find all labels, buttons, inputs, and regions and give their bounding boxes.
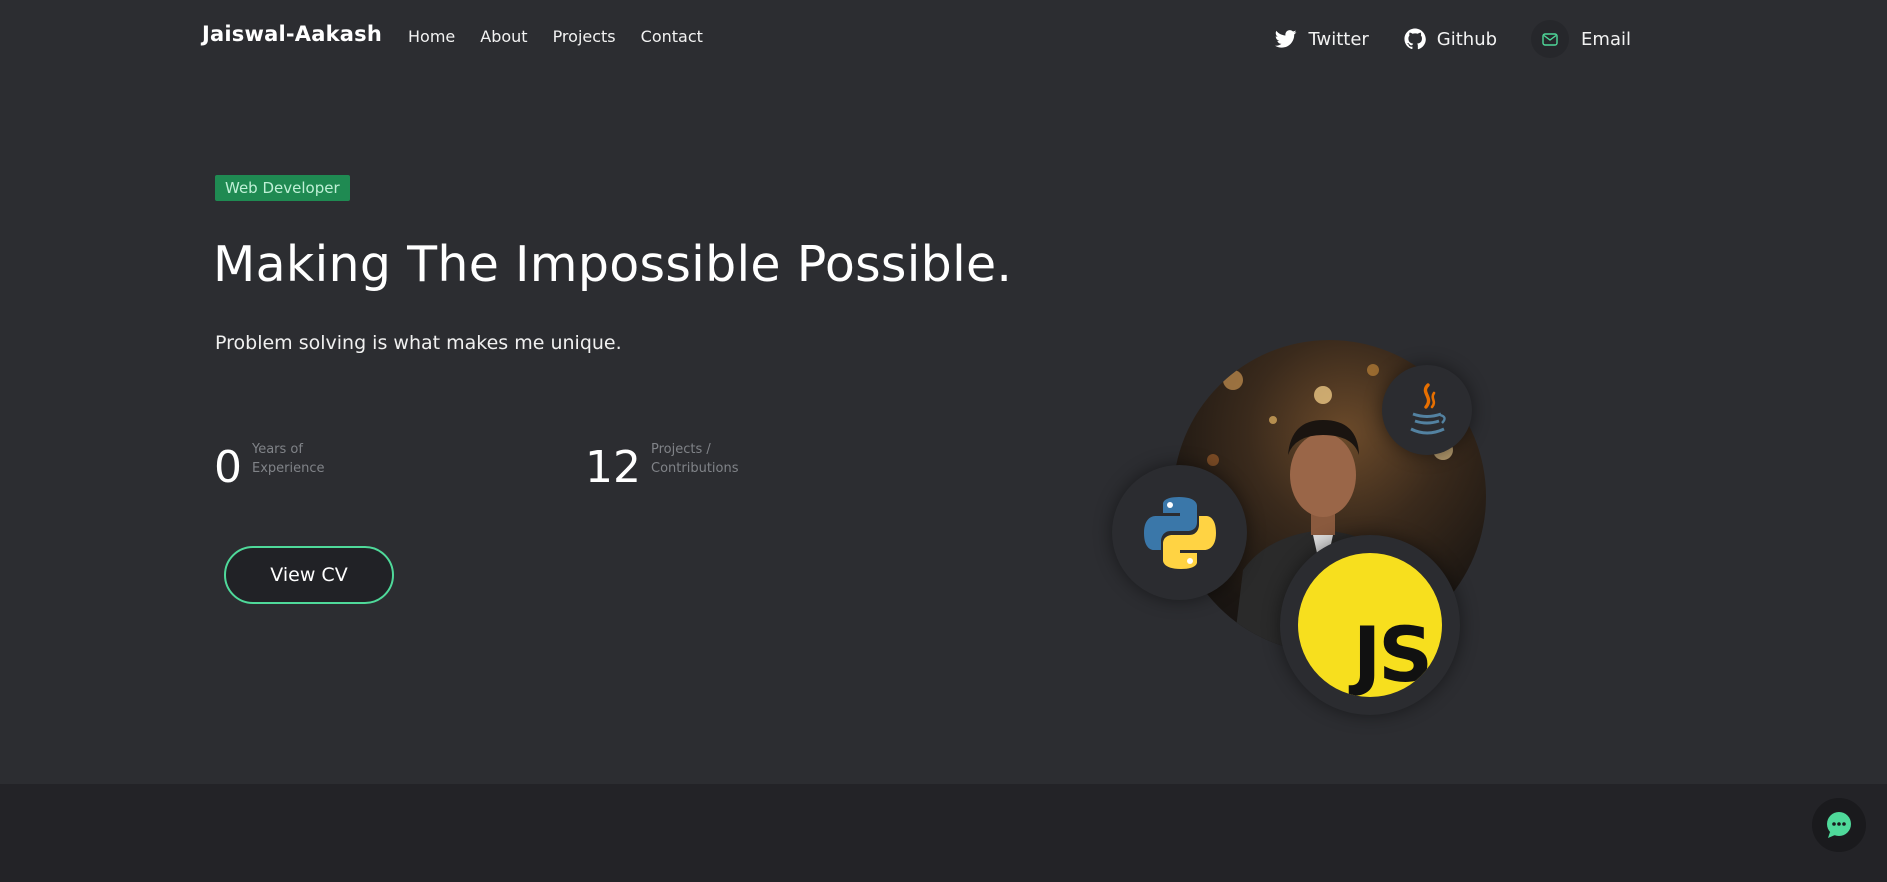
hero-headline: Making The Impossible Possible. [213, 236, 1013, 293]
github-icon [1403, 27, 1427, 51]
view-cv-button[interactable]: View CV [224, 546, 394, 604]
hero-subline: Problem solving is what makes me unique. [215, 332, 622, 354]
email-label: Email [1581, 28, 1631, 50]
next-section-strip [0, 784, 1887, 882]
twitter-icon [1274, 27, 1298, 51]
chat-icon [1827, 812, 1851, 838]
role-badge: Web Developer [215, 175, 350, 201]
stat-experience-label: Years of Experience [252, 442, 325, 476]
stat-projects-label: Projects / Contributions [651, 442, 739, 476]
nav-projects[interactable]: Projects [553, 27, 616, 46]
javascript-logo-text: JS [1352, 610, 1433, 697]
python-icon [1112, 465, 1247, 600]
github-label: Github [1436, 28, 1498, 50]
stat-projects-value: 12 [585, 442, 641, 493]
twitter-label: Twitter [1308, 28, 1369, 50]
stat-experience-value: 0 [214, 442, 242, 493]
brand-logo[interactable]: Jaiswal-Aakash [202, 22, 382, 46]
nav-home[interactable]: Home [408, 27, 455, 46]
java-icon [1382, 365, 1472, 455]
mail-icon [1531, 20, 1570, 58]
chat-button[interactable] [1812, 798, 1866, 852]
javascript-logo: JS [1298, 553, 1442, 697]
email-link[interactable]: Email [1531, 20, 1631, 58]
nav-about[interactable]: About [480, 27, 527, 46]
twitter-link[interactable]: Twitter [1274, 27, 1369, 51]
nav-contact[interactable]: Contact [641, 27, 703, 46]
stat-projects: 12 Projects / Contributions [585, 440, 761, 490]
github-link[interactable]: Github [1403, 27, 1497, 51]
main-nav: Home About Projects Contact [408, 27, 728, 46]
social-links: Twitter Github Email [1240, 20, 1631, 58]
stat-experience: 0 Years of Experience [214, 440, 362, 490]
javascript-icon: JS [1280, 535, 1460, 715]
